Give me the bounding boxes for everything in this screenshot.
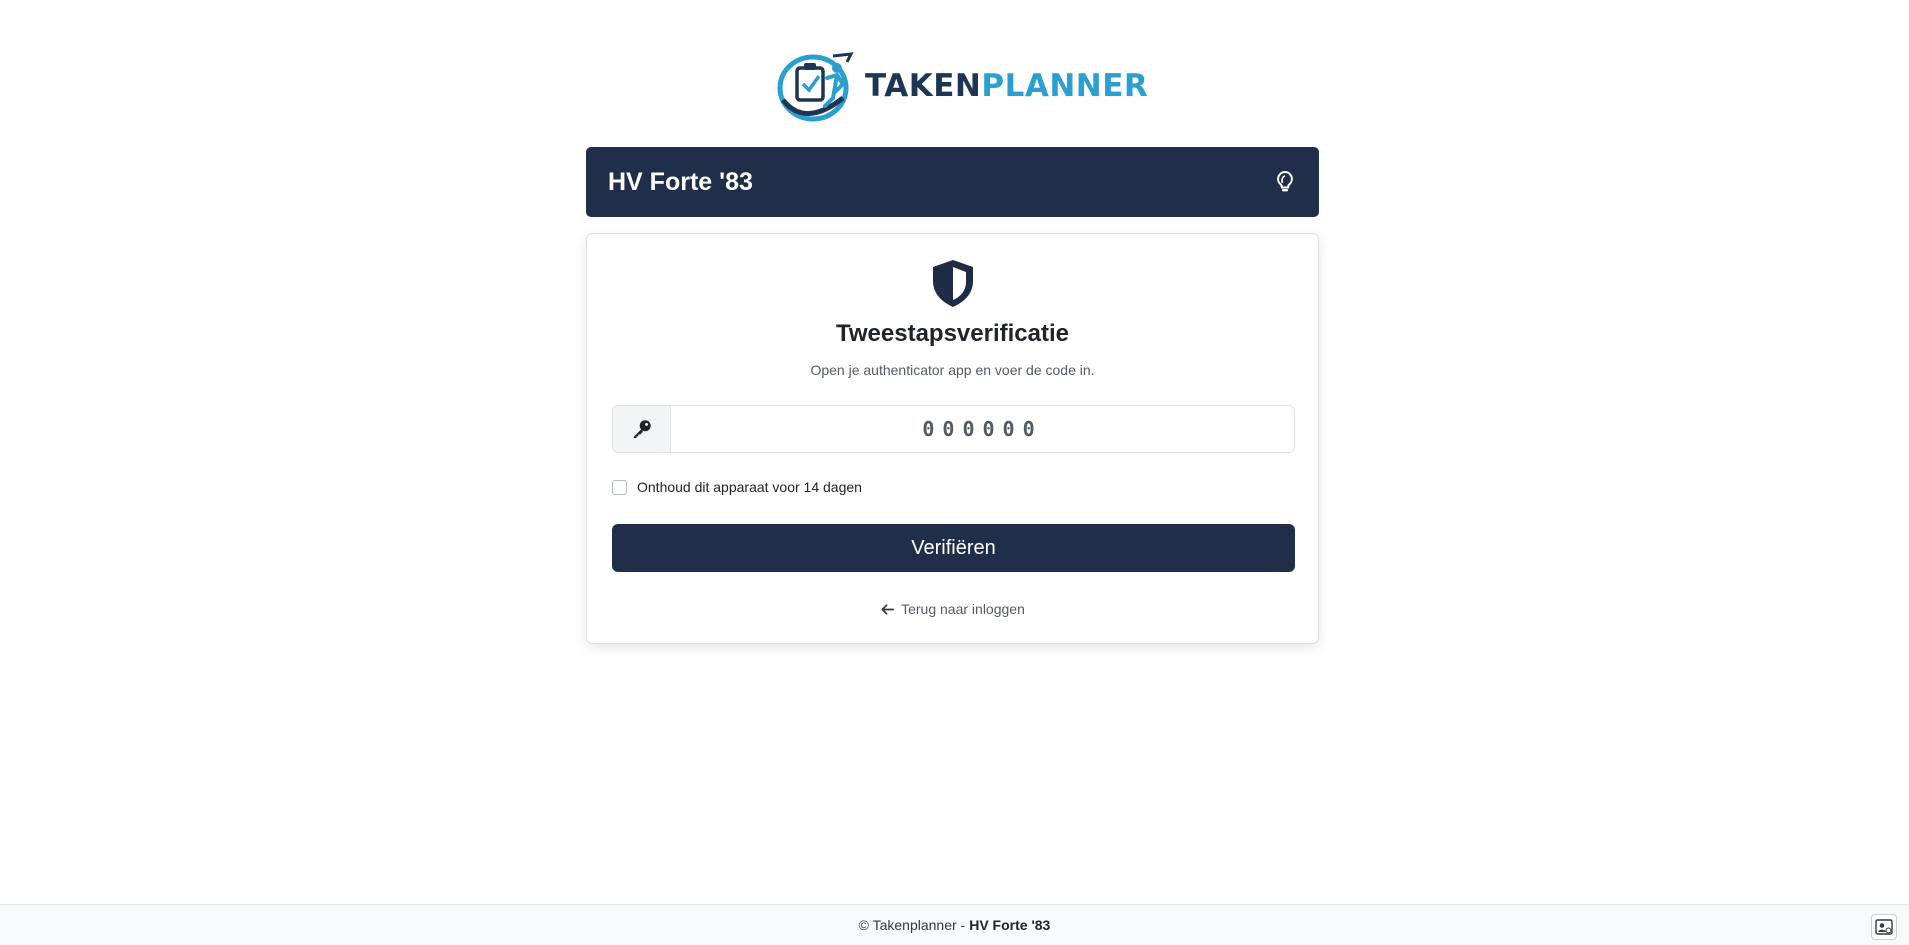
organization-name: HV Forte '83 (608, 167, 753, 196)
footer-copyright: © Takenplanner - (858, 917, 966, 933)
contact-card-icon (1875, 919, 1893, 935)
back-to-login-link[interactable]: Terug naar inloggen (587, 601, 1318, 617)
shield-icon (933, 260, 973, 307)
instruction-text: Open je authenticator app en voer de cod… (810, 362, 1095, 378)
contact-button[interactable] (1871, 914, 1897, 940)
remember-device-checkbox[interactable] (612, 479, 627, 495)
logo-mark-icon (777, 52, 854, 122)
arrow-left-icon (881, 603, 895, 615)
remember-device-row[interactable]: Onthoud dit apparaat voor 14 dagen (612, 479, 862, 495)
verify-button[interactable]: Verifiëren (612, 524, 1295, 572)
logo-wordmark: TAKENPLANNER (865, 67, 1149, 104)
organization-header: HV Forte '83 (586, 147, 1319, 217)
takenplanner-logo: TAKENPLANNER (775, 48, 1148, 124)
footer-org-name: HV Forte '83 (969, 917, 1051, 933)
key-icon (633, 420, 651, 439)
remember-device-label: Onthoud dit apparaat voor 14 dagen (637, 479, 862, 495)
footer: © Takenplanner - HV Forte '83 (0, 904, 1909, 945)
verification-code-input[interactable] (671, 406, 1294, 452)
logo-text-planner: PLANNER (981, 67, 1149, 104)
code-input-addon (613, 406, 671, 452)
back-to-login-label: Terug naar inloggen (901, 601, 1025, 617)
page-title: Tweestapsverificatie (835, 320, 1069, 347)
code-input-group (612, 405, 1295, 453)
two-factor-card: Tweestapsverificatie Open je authenticat… (586, 233, 1319, 644)
page: TAKENPLANNER HV Forte '83 Tweestapsverif… (0, 0, 1909, 945)
logo-text-taken: TAKEN (865, 67, 982, 104)
lightbulb-icon[interactable] (1273, 170, 1297, 194)
